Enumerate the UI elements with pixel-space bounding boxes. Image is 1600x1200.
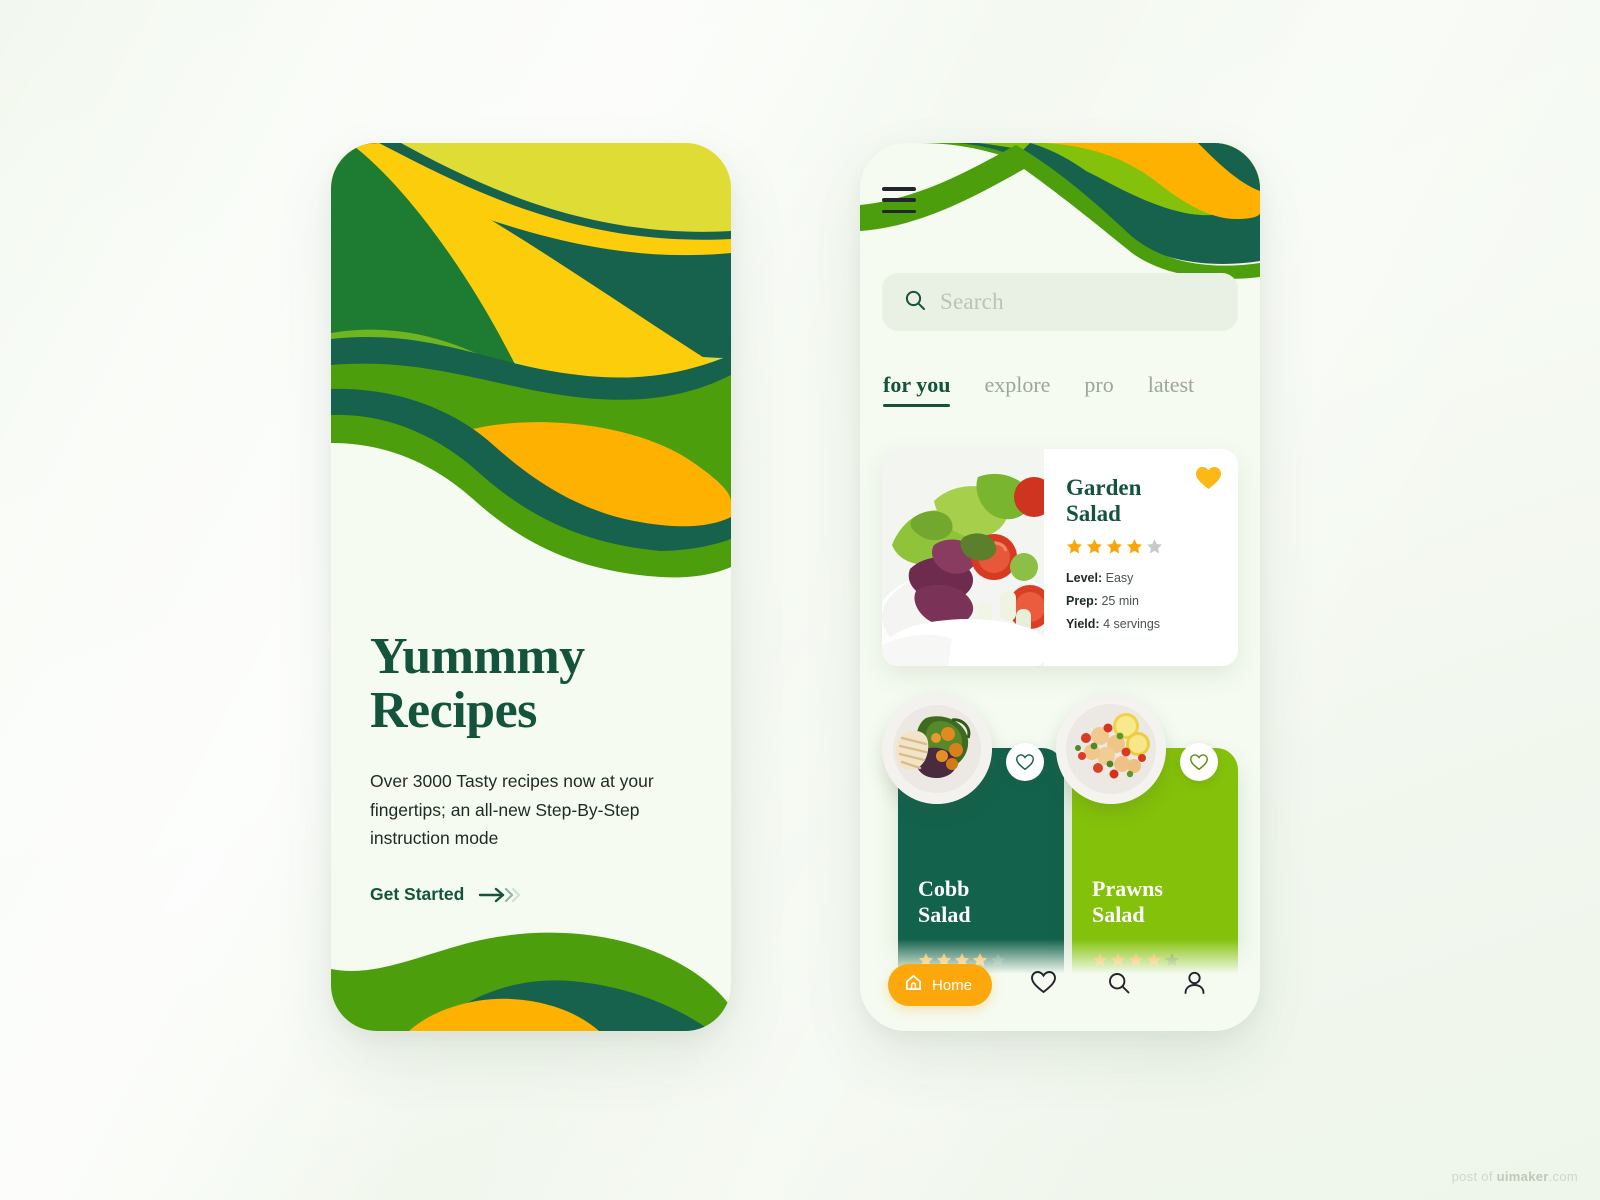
prawns-salad-photo (1056, 694, 1166, 804)
person-icon (1183, 971, 1206, 1000)
meta-prep: Prep: 25 min (1066, 594, 1220, 608)
nav-item-search[interactable] (1100, 966, 1138, 1004)
get-started-label: Get Started (370, 884, 465, 905)
recipe-feature-card[interactable]: Garden Salad Level: Easy Prep: 25 min Yi… (882, 449, 1238, 666)
star-icon (1146, 539, 1163, 554)
get-started-button[interactable]: Get Started (370, 884, 521, 905)
rating-stars (1066, 538, 1220, 555)
hamburger-menu-icon[interactable] (882, 187, 916, 213)
meta-prep-label: Prep: (1066, 594, 1098, 609)
heart-outline-icon[interactable] (1006, 743, 1044, 781)
meta-level: Level: Easy (1066, 571, 1220, 585)
recipe-card-title-line1: Prawns (1092, 876, 1163, 901)
hamburger-line (882, 198, 916, 202)
onboarding-phone-screen: Yummmy Recipes Over 3000 Tasty recipes n… (331, 143, 731, 1031)
recipe-title-line2: Salad (1066, 501, 1121, 527)
watermark-brand: uimaker (1496, 1169, 1549, 1184)
hamburger-line (882, 187, 916, 191)
tab-explore[interactable]: explore (984, 372, 1050, 407)
page-title-line2: Recipes (370, 682, 537, 740)
garden-salad-photo (882, 449, 1044, 666)
onboarding-hero: Yummmy Recipes Over 3000 Tasty recipes n… (370, 628, 700, 905)
watermark-suffix: .com (1548, 1169, 1578, 1184)
star-icon (1106, 539, 1123, 554)
recipe-card-title: Cobb Salad (918, 876, 971, 927)
bottom-nav-icons (992, 966, 1232, 1004)
onboarding-subtitle: Over 3000 Tasty recipes now at your fing… (370, 771, 654, 848)
search-icon (904, 289, 926, 316)
meta-level-label: Level: (1066, 571, 1103, 586)
page-title: Yummmy Recipes (370, 628, 700, 740)
heart-outline-icon[interactable] (1180, 743, 1218, 781)
tab-for-you[interactable]: for you (883, 372, 951, 407)
cobb-salad-photo (882, 694, 992, 804)
bottom-wave-artwork (331, 932, 731, 1031)
home-phone-screen: Search for you explore pro latest Garden… (860, 143, 1260, 1031)
bottom-navigation-bar: Home (860, 939, 1260, 1031)
home-top-wave-artwork (860, 143, 1260, 283)
recipe-card-title-line2: Salad (918, 901, 971, 927)
meta-yield-value: 4 servings (1103, 617, 1161, 632)
tab-latest[interactable]: latest (1148, 372, 1194, 407)
tab-pro[interactable]: pro (1084, 372, 1113, 407)
meta-level-value: Easy (1105, 571, 1134, 586)
meta-yield-label: Yield: (1066, 617, 1100, 632)
nav-item-favorites[interactable] (1025, 966, 1063, 1004)
recipe-meta-list: Level: Easy Prep: 25 min Yield: 4 servin… (1066, 571, 1220, 631)
watermark-prefix: post of (1451, 1169, 1497, 1184)
page-background (0, 0, 1600, 1200)
category-tabs: for you explore pro latest (883, 372, 1239, 407)
recipe-card-title-line1: Cobb (918, 876, 970, 901)
recipe-feature-info: Garden Salad Level: Easy Prep: 25 min Yi… (1044, 449, 1238, 666)
heart-filled-icon[interactable] (1196, 467, 1221, 495)
watermark: post of uimaker.com (1452, 1169, 1578, 1184)
home-icon (904, 973, 923, 997)
heart-outline-icon (1031, 971, 1057, 999)
nav-item-home-label: Home (932, 976, 973, 994)
recipe-card-title: Prawns Salad (1092, 876, 1163, 927)
recipe-card-title-line2: Salad (1092, 901, 1145, 927)
search-input[interactable]: Search (940, 289, 1004, 315)
meta-prep-value: 25 min (1101, 594, 1139, 609)
page-title-line1: Yummmy (370, 628, 585, 685)
star-icon (1086, 539, 1103, 554)
top-wave-artwork (331, 143, 731, 613)
meta-yield: Yield: 4 servings (1066, 617, 1220, 631)
search-bar[interactable]: Search (882, 273, 1238, 331)
star-icon (1126, 539, 1143, 554)
nav-item-home[interactable]: Home (888, 964, 993, 1006)
arrow-right-icon (478, 886, 521, 904)
star-icon (1066, 539, 1083, 554)
search-icon (1107, 971, 1131, 1000)
hamburger-line (882, 209, 916, 213)
nav-item-profile[interactable] (1175, 966, 1213, 1004)
